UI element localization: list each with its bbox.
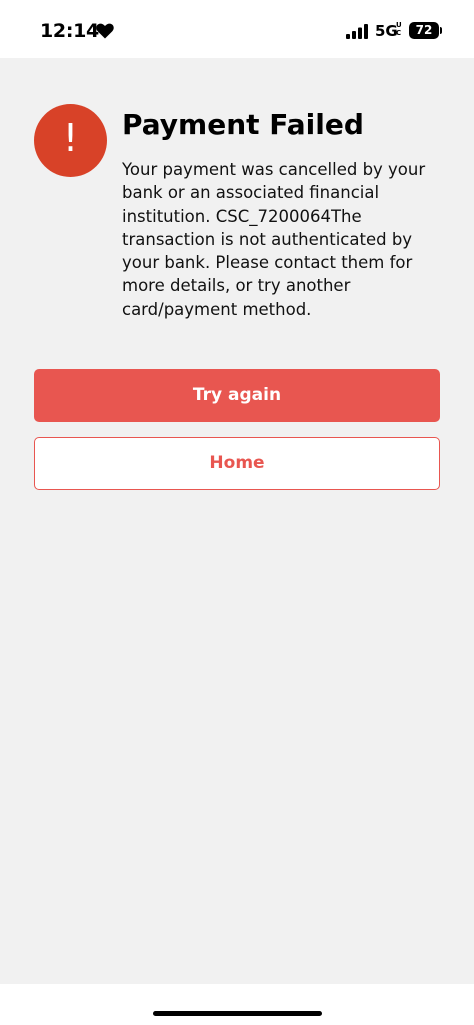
home-indicator[interactable] — [153, 1011, 322, 1016]
battery-tip — [440, 27, 442, 34]
heart-icon — [96, 23, 114, 39]
status-time: 12:14 — [40, 20, 99, 42]
network-label: 5G — [375, 22, 398, 40]
try-again-button[interactable]: Try again — [34, 369, 440, 422]
signal-icon — [346, 24, 368, 39]
home-button[interactable]: Home — [34, 437, 440, 490]
error-message: Your payment was cancelled by your bank … — [122, 160, 426, 319]
alert-mark: ! — [62, 116, 79, 160]
status-bar: 12:14 5G UC 72 — [0, 0, 474, 58]
battery-indicator: 72 — [409, 22, 439, 39]
network-sup: UC — [396, 21, 402, 37]
page-title: Payment Failed — [122, 108, 364, 141]
payment-failed-screen: ! Payment Failed Your payment was cancel… — [0, 58, 474, 984]
bottom-safe-area — [0, 984, 474, 1025]
exclamation-icon: ! — [34, 104, 107, 177]
